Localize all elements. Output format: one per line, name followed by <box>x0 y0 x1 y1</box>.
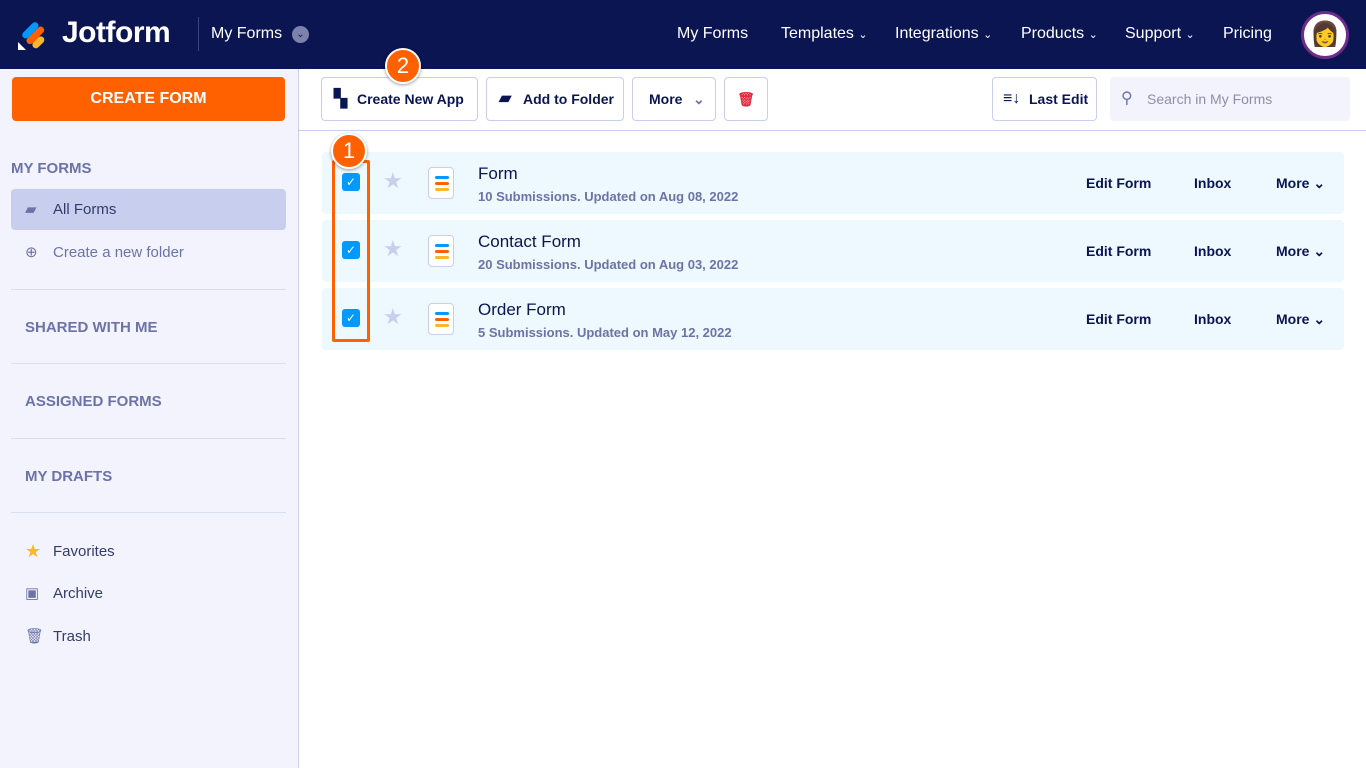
sort-icon: ≡↓ <box>1003 90 1021 107</box>
sidebar-item-label: All Forms <box>53 201 117 218</box>
form-icon <box>428 235 454 267</box>
button-label: More <box>1276 175 1310 191</box>
button-label: Last Edit <box>1029 91 1089 107</box>
create-folder-link[interactable]: Create a new folder <box>53 244 184 261</box>
row-more-button[interactable]: More ⌄ <box>1276 175 1325 192</box>
form-icon <box>428 303 454 335</box>
more-button[interactable]: More ⌄ <box>632 77 716 121</box>
jotform-logo-icon <box>18 22 45 50</box>
toolbar: ▚ Create New App ▰ Add to Folder More ⌄ … <box>299 69 1366 131</box>
divider <box>11 363 286 364</box>
top-nav: Jotform My Forms ⌄ My Forms Templates ⌄ … <box>0 0 1366 69</box>
button-label: More <box>649 91 683 107</box>
section-my-forms: MY FORMS <box>11 160 92 177</box>
archive-icon: ▣ <box>25 585 40 602</box>
context-menu[interactable]: My Forms <box>211 25 282 43</box>
star-icon: ★ <box>25 541 42 561</box>
form-meta: 20 Submissions. Updated on Aug 03, 2022 <box>478 257 739 272</box>
chevron-down-icon: ⌄ <box>1313 175 1326 191</box>
sidebar-item-drafts[interactable]: MY DRAFTS <box>25 468 112 485</box>
brand-name[interactable]: Jotform <box>62 16 171 50</box>
chevron-down-icon: ⌄ <box>693 91 705 107</box>
trash-icon: 🗑 <box>25 628 45 645</box>
edit-form-button[interactable]: Edit Form <box>1086 175 1151 191</box>
inbox-button[interactable]: Inbox <box>1194 175 1231 191</box>
nav-label: Integrations <box>895 25 979 42</box>
search-icon: ⚲ <box>1121 90 1133 107</box>
star-icon[interactable]: ★ <box>383 236 403 262</box>
add-to-folder-button[interactable]: ▰ Add to Folder <box>486 77 624 121</box>
chevron-down-icon[interactable]: ⌄ <box>292 26 309 43</box>
star-icon[interactable]: ★ <box>383 304 403 330</box>
step-badge-2: 2 <box>385 48 421 84</box>
create-form-button[interactable]: CREATE FORM <box>12 77 285 121</box>
apps-icon: ▚ <box>334 89 348 108</box>
button-label: More <box>1276 243 1310 259</box>
divider <box>11 512 286 513</box>
nav-integrations[interactable]: Integrations ⌄ <box>895 25 992 43</box>
delete-button[interactable]: 🗑 <box>724 77 768 121</box>
form-title[interactable]: Form <box>478 164 518 184</box>
sidebar-item-favorites[interactable]: Favorites <box>53 543 115 560</box>
chevron-down-icon: ⌄ <box>858 29 868 41</box>
trash-icon: 🗑 <box>737 91 755 107</box>
chevron-down-icon: ⌄ <box>1185 29 1195 41</box>
button-label: Add to Folder <box>523 91 614 107</box>
inbox-button[interactable]: Inbox <box>1194 311 1231 327</box>
nav-label: Products <box>1021 25 1085 42</box>
search-input[interactable]: ⚲ Search in My Forms <box>1110 77 1350 121</box>
nav-pricing[interactable]: Pricing <box>1223 25 1272 43</box>
form-row[interactable]: ✓ ★ Form 10 Submissions. Updated on Aug … <box>322 152 1344 214</box>
form-meta: 10 Submissions. Updated on Aug 08, 2022 <box>478 189 739 204</box>
edit-form-button[interactable]: Edit Form <box>1086 311 1151 327</box>
folder-icon: ▰ <box>25 201 37 218</box>
sidebar-item-shared[interactable]: SHARED WITH ME <box>25 319 158 336</box>
form-row[interactable]: ✓ ★ Order Form 5 Submissions. Updated on… <box>322 288 1344 350</box>
sidebar: CREATE FORM MY FORMS ▰ All Forms ⊕ Creat… <box>0 69 299 768</box>
nav-products[interactable]: Products ⌄ <box>1021 25 1098 43</box>
form-icon <box>428 167 454 199</box>
step-badge-1: 1 <box>331 133 367 169</box>
button-label: More <box>1276 311 1310 327</box>
star-icon[interactable]: ★ <box>383 168 403 194</box>
divider <box>11 438 286 439</box>
nav-my-forms[interactable]: My Forms <box>677 25 748 43</box>
search-placeholder: Search in My Forms <box>1147 91 1273 107</box>
chevron-down-icon: ⌄ <box>1313 243 1326 259</box>
button-label: Create New App <box>357 91 464 107</box>
nav-label: Support <box>1125 25 1182 42</box>
plus-circle-icon: ⊕ <box>25 244 38 261</box>
nav-support[interactable]: Support ⌄ <box>1125 25 1195 43</box>
divider <box>198 17 199 51</box>
nav-templates[interactable]: Templates ⌄ <box>781 25 868 43</box>
nav-label: Templates <box>781 25 854 42</box>
form-title[interactable]: Order Form <box>478 300 566 320</box>
form-title[interactable]: Contact Form <box>478 232 581 252</box>
sidebar-item-trash[interactable]: Trash <box>53 628 91 645</box>
edit-form-button[interactable]: Edit Form <box>1086 243 1151 259</box>
checkbox-highlight <box>332 160 370 342</box>
divider <box>11 289 286 290</box>
chevron-down-icon: ⌄ <box>1313 311 1326 327</box>
chevron-down-icon: ⌄ <box>983 29 993 41</box>
row-more-button[interactable]: More ⌄ <box>1276 311 1325 328</box>
folder-plus-icon: ▰ <box>499 90 512 107</box>
avatar[interactable]: 👩 <box>1301 11 1349 59</box>
chevron-down-icon: ⌄ <box>1088 29 1098 41</box>
sidebar-item-archive[interactable]: Archive <box>53 585 103 602</box>
form-meta: 5 Submissions. Updated on May 12, 2022 <box>478 325 732 340</box>
inbox-button[interactable]: Inbox <box>1194 243 1231 259</box>
row-more-button[interactable]: More ⌄ <box>1276 243 1325 260</box>
sort-button[interactable]: ≡↓ Last Edit <box>992 77 1097 121</box>
form-row[interactable]: ✓ ★ Contact Form 20 Submissions. Updated… <box>322 220 1344 282</box>
sidebar-item-assigned[interactable]: ASSIGNED FORMS <box>25 393 162 410</box>
